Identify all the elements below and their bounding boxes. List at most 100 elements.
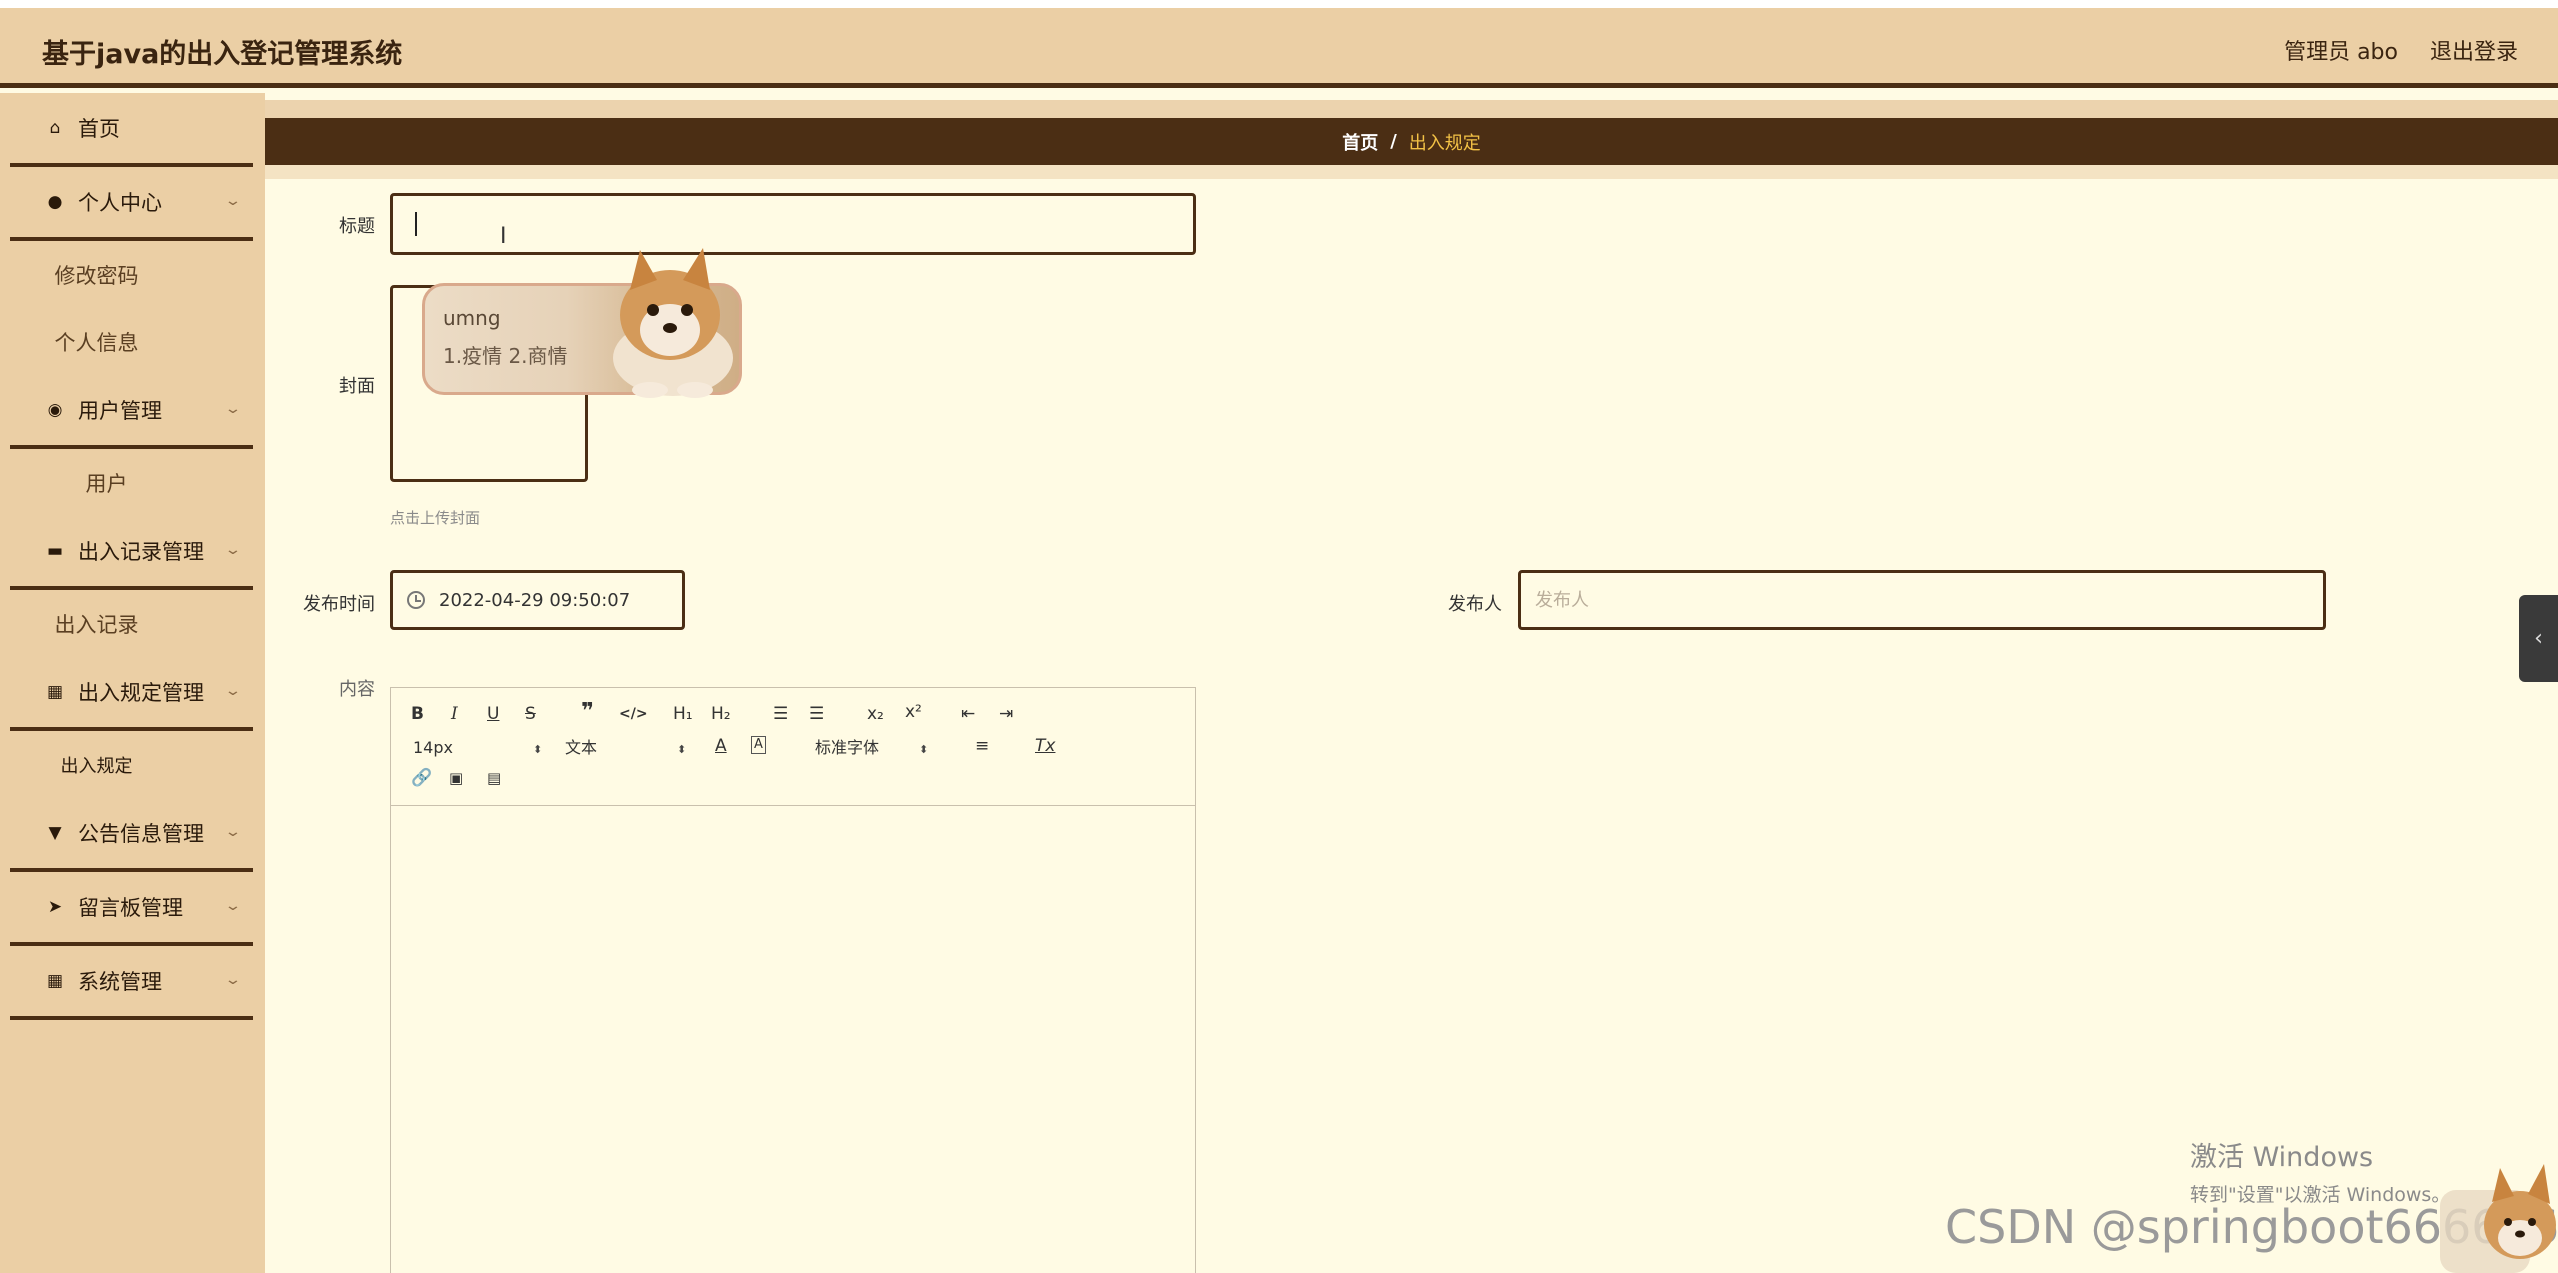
breadcrumb-home[interactable]: 首页 xyxy=(1342,129,1378,155)
select-arrow-icon: ⬍ xyxy=(677,743,687,756)
sidebar-menu-2: ◉ 用户管理 ⌄ xyxy=(0,375,265,449)
breadcrumb-current: 出入规定 xyxy=(1408,132,1481,154)
video-icon[interactable]: ▤ xyxy=(487,768,501,788)
h2-button[interactable]: H₂ xyxy=(711,704,731,724)
sidebar-item-record-management[interactable]: ▬ 出入记录管理 ⌄ xyxy=(10,516,253,590)
shiba-dog-corner-icon xyxy=(2440,1164,2556,1273)
font-color-icon[interactable]: A xyxy=(715,736,727,756)
sidebar-item-label: 留言板管理 xyxy=(78,896,183,920)
sidebar-item-home[interactable]: ⌂ 首页 xyxy=(10,93,253,167)
superscript-button[interactable]: x² xyxy=(905,702,922,722)
flag-icon: ▼ xyxy=(48,823,62,843)
bullet-list-icon[interactable]: ☰ xyxy=(809,704,824,724)
font-family-select[interactable]: 标准字体 ⬍ xyxy=(815,738,928,760)
clear-format-button[interactable]: Tx xyxy=(1035,736,1055,756)
user-icon: ● xyxy=(47,192,63,212)
windows-activation-watermark: 激活 Windows 转到"设置"以激活 Windows。 xyxy=(2190,1135,2450,1207)
publish-time-label: 发布时间 xyxy=(303,594,375,615)
chevron-down-icon: ⌄ xyxy=(224,824,242,840)
ordered-list-icon[interactable]: ☰ xyxy=(773,704,788,724)
editor-content-area[interactable] xyxy=(391,806,1195,1272)
send-icon: ➤ xyxy=(47,897,63,917)
background-color-icon[interactable]: A xyxy=(751,736,766,754)
link-icon[interactable]: 🔗 xyxy=(411,768,432,788)
sidebar-menu: ⌂ 首页 ● 个人中心 ⌄ xyxy=(0,93,265,241)
breadcrumb-separator: / xyxy=(1390,131,1397,152)
submenu-record-management: 出入记录 xyxy=(0,590,265,657)
italic-button[interactable]: I xyxy=(451,704,458,724)
align-icon[interactable]: ≡ xyxy=(975,736,989,756)
editor-toolbar: B I U S ❞ </> H₁ H₂ ☰ ☰ x₂ x² ⇤ ⇥ 14px ⬍ … xyxy=(391,688,1195,806)
code-icon[interactable]: </> xyxy=(619,704,648,724)
sidebar-menu-3: ▬ 出入记录管理 ⌄ xyxy=(0,516,265,590)
underline-button[interactable]: U xyxy=(487,704,499,724)
chevron-down-icon: ⌄ xyxy=(224,683,242,699)
sidebar-item-message-board[interactable]: ➤ 留言板管理 ⌄ xyxy=(10,872,253,946)
content-label: 内容 xyxy=(339,679,375,700)
ibeam-cursor-icon: I xyxy=(500,224,507,249)
header-right: 管理员 abo 退出登录 xyxy=(2284,34,2518,66)
sidebar-item-system-management[interactable]: ▦ 系统管理 ⌄ xyxy=(10,946,253,1020)
sidebar-item-label: 出入记录管理 xyxy=(78,540,204,564)
app-title: 基于java的出入登记管理系统 xyxy=(42,39,403,70)
indent-icon[interactable]: ⇥ xyxy=(999,704,1013,724)
publisher-label: 发布人 xyxy=(1448,594,1502,615)
publish-time-value: 2022-04-29 09:50:07 xyxy=(439,589,631,611)
ime-candidates[interactable]: 1.疫情 2.商情 xyxy=(443,340,568,369)
sidebar-item-label: 首页 xyxy=(78,117,120,141)
publisher-input[interactable] xyxy=(1518,570,2326,630)
under-band xyxy=(265,165,2558,179)
sidebar-subitem-rules[interactable]: 出入规定 xyxy=(10,731,253,798)
chevron-down-icon: ⌄ xyxy=(224,401,242,417)
blockquote-icon[interactable]: ❞ xyxy=(581,701,594,723)
publish-time-picker[interactable]: 2022-04-29 09:50:07 xyxy=(390,570,685,630)
collapse-panel-tab[interactable]: ‹ xyxy=(2519,595,2558,682)
font-family-value: 标准字体 xyxy=(815,738,880,757)
top-band xyxy=(265,100,2558,118)
submenu-rule-management: 出入规定 xyxy=(0,731,265,798)
text-caret xyxy=(415,212,417,236)
chevron-down-icon: ⌄ xyxy=(224,898,242,914)
header-select-value: 文本 xyxy=(565,738,598,757)
sidebar-subitem-users[interactable]: 用户 xyxy=(10,449,253,516)
sidebar-item-label: 用户管理 xyxy=(78,399,162,423)
strike-button[interactable]: S xyxy=(525,704,536,724)
sidebar-item-label: 个人中心 xyxy=(78,191,162,215)
app-header: 基于java的出入登记管理系统 管理员 abo 退出登录 xyxy=(0,8,2558,88)
watermark-title: 激活 Windows xyxy=(2190,1142,2374,1173)
home-icon: ⌂ xyxy=(49,118,61,138)
sidebar-menu-5: ▼ 公告信息管理 ⌄ ➤ 留言板管理 ⌄ ▦ 系统管理 ⌄ xyxy=(0,798,265,1020)
bold-button[interactable]: B xyxy=(411,704,424,724)
submenu-personal-center: 修改密码 个人信息 xyxy=(0,241,265,375)
image-icon[interactable]: ▣ xyxy=(449,768,463,788)
font-size-select[interactable]: 14px ⬍ xyxy=(413,738,542,760)
sidebar-subitem-profile[interactable]: 个人信息 xyxy=(10,308,253,375)
chevron-down-icon: ⌄ xyxy=(224,193,242,209)
header-select[interactable]: 文本 ⬍ xyxy=(565,738,686,760)
cover-hint: 点击上传封面 xyxy=(390,509,481,527)
sidebar-item-notice-management[interactable]: ▼ 公告信息管理 ⌄ xyxy=(10,798,253,872)
sidebar-item-user-management[interactable]: ◉ 用户管理 ⌄ xyxy=(10,375,253,449)
title-input[interactable] xyxy=(390,193,1196,255)
subscript-button[interactable]: x₂ xyxy=(867,704,884,724)
h1-button[interactable]: H₁ xyxy=(673,704,693,724)
sidebar-item-personal-center[interactable]: ● 个人中心 ⌄ xyxy=(10,167,253,241)
pin-icon: ◉ xyxy=(47,400,63,420)
sidebar-subitem-records[interactable]: 出入记录 xyxy=(10,590,253,657)
ime-input-text: umng xyxy=(443,306,501,330)
chevron-left-icon: ‹ xyxy=(2534,626,2543,651)
cover-label: 封面 xyxy=(339,376,375,397)
grid-icon: ▦ xyxy=(46,682,64,702)
select-arrow-icon: ⬍ xyxy=(919,743,929,756)
sidebar: ⌂ 首页 ● 个人中心 ⌄ 修改密码 个人信息 ◉ 用户管理 ⌄ 用户 ▬ 出入… xyxy=(0,93,265,1273)
logout-link[interactable]: 退出登录 xyxy=(2430,34,2518,66)
chevron-down-icon: ⌄ xyxy=(224,972,242,988)
user-label: 管理员 abo xyxy=(2284,40,2398,65)
grid-icon: ▦ xyxy=(46,971,64,991)
top-strip xyxy=(0,0,2558,8)
clock-icon xyxy=(407,591,425,609)
sidebar-item-label: 系统管理 xyxy=(78,970,162,994)
sidebar-subitem-change-password[interactable]: 修改密码 xyxy=(10,241,253,308)
sidebar-item-rule-management[interactable]: ▦ 出入规定管理 ⌄ xyxy=(10,657,253,731)
outdent-icon[interactable]: ⇤ xyxy=(961,704,975,724)
